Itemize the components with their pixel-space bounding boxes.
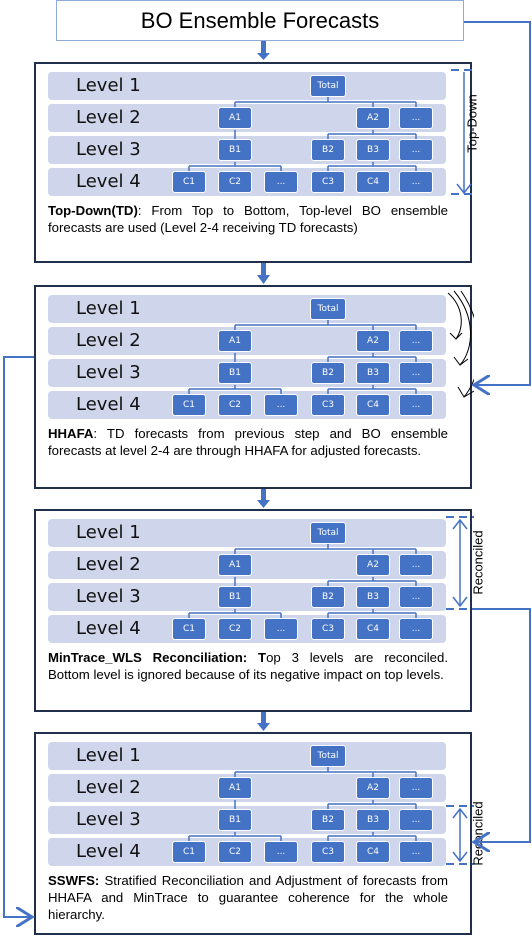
down-arrow-1	[257, 41, 270, 60]
down-arrow-4	[257, 712, 270, 731]
connectors-overlay	[3, 21, 531, 936]
down-arrow-2	[257, 263, 270, 284]
connector-bo-to-hhafa	[464, 21, 531, 385]
connector-mintrace-to-sswfs	[472, 608, 531, 842]
down-arrow-3	[257, 489, 270, 508]
connector-hhafa-to-sswfs	[3, 356, 34, 917]
